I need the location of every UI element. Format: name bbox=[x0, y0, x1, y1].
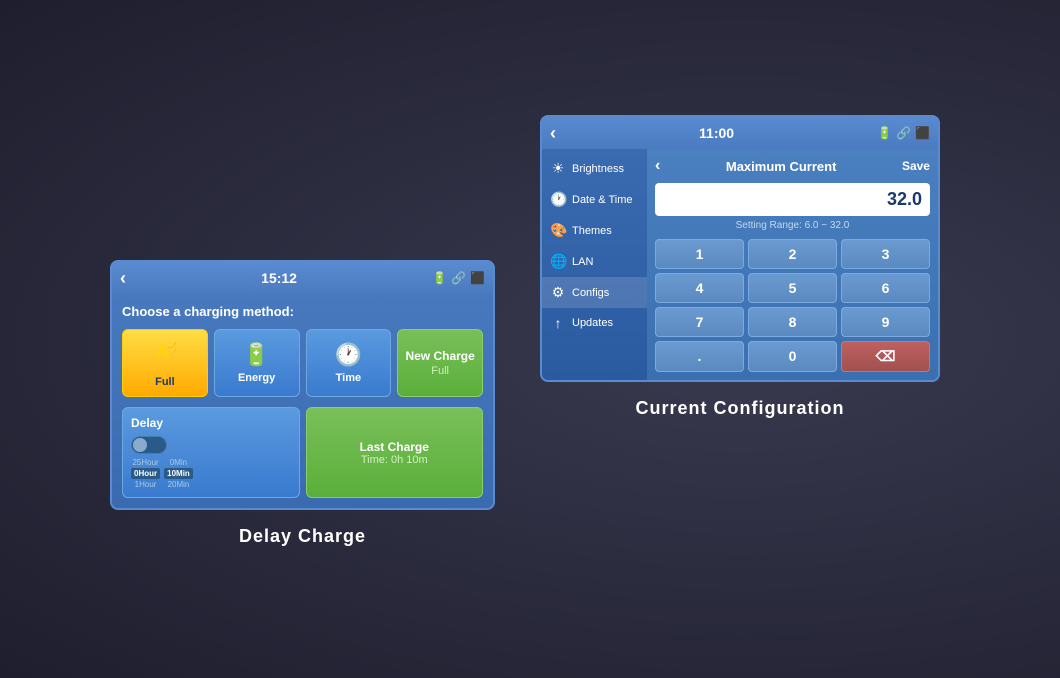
updates-icon: ↑ bbox=[550, 315, 566, 331]
current-value-display: 32.0 bbox=[655, 183, 930, 216]
lightning-icon: A ⚡ bbox=[154, 338, 176, 372]
config-header: ‹ 11:00 🔋🔗⬛ bbox=[542, 117, 938, 149]
delay-label: Delay bbox=[131, 416, 291, 430]
save-button[interactable]: Save bbox=[902, 159, 930, 173]
datetime-label: Date & Time bbox=[572, 194, 633, 206]
main-back-button[interactable]: ‹ bbox=[655, 157, 660, 175]
numpad-6[interactable]: 6 bbox=[841, 273, 930, 303]
0hour-option[interactable]: 0Hour bbox=[131, 468, 160, 479]
back-button[interactable]: ‹ bbox=[120, 268, 126, 289]
svg-text:⚡: ⚡ bbox=[164, 338, 176, 356]
max-current-title: Maximum Current bbox=[726, 159, 837, 174]
config-status-icons: 🔋🔗⬛ bbox=[877, 126, 930, 140]
config-body: ☀ Brightness 🕐 Date & Time 🎨 Themes 🌐 LA… bbox=[542, 149, 938, 380]
configs-label: Configs bbox=[572, 287, 609, 299]
bottom-row: Delay 25Hour 0Hour 1Hour 0Min 10Min bbox=[122, 407, 483, 498]
delay-section: Delay 25Hour 0Hour 1Hour 0Min 10Min bbox=[122, 407, 300, 498]
numpad-2[interactable]: 2 bbox=[748, 239, 837, 269]
25hour-option[interactable]: 25Hour bbox=[132, 458, 158, 467]
0min-option[interactable]: 0Min bbox=[170, 458, 187, 467]
full-label: Full bbox=[155, 376, 175, 388]
lan-icon: 🌐 bbox=[550, 253, 566, 270]
left-panel: ‹ 15:12 🔋🔗⬛ Choose a charging method: A … bbox=[110, 260, 495, 547]
numpad-7[interactable]: 7 bbox=[655, 307, 744, 337]
numpad-0[interactable]: 0 bbox=[748, 341, 837, 372]
numpad-backspace[interactable]: ⌫ bbox=[841, 341, 930, 372]
configs-icon: ⚙ bbox=[550, 284, 566, 301]
config-main-header: ‹ Maximum Current Save bbox=[655, 157, 930, 175]
screen-header: ‹ 15:12 🔋🔗⬛ bbox=[112, 262, 493, 294]
themes-label: Themes bbox=[572, 225, 612, 237]
status-icons: 🔋🔗⬛ bbox=[432, 271, 485, 285]
numpad-5[interactable]: 5 bbox=[748, 273, 837, 303]
delay-toggle[interactable] bbox=[131, 436, 167, 454]
energy-method-button[interactable]: 🔋 Energy bbox=[214, 329, 300, 397]
1hour-option[interactable]: 1Hour bbox=[135, 480, 157, 489]
clock-icon: 🕐 bbox=[335, 342, 362, 368]
numpad-dot[interactable]: . bbox=[655, 341, 744, 372]
setting-range: Setting Range: 6.0 ~ 32.0 bbox=[655, 220, 930, 231]
brightness-label: Brightness bbox=[572, 163, 624, 175]
time-label: Time bbox=[336, 372, 361, 384]
battery-icon: 🔋 bbox=[243, 342, 270, 368]
sidebar-item-lan[interactable]: 🌐 LAN bbox=[542, 246, 647, 277]
config-back-button[interactable]: ‹ bbox=[550, 123, 556, 144]
delay-charge-caption: Delay Charge bbox=[110, 526, 495, 547]
10min-option[interactable]: 10Min bbox=[164, 468, 193, 479]
energy-label: Energy bbox=[238, 372, 275, 384]
right-panel: ‹ 11:00 🔋🔗⬛ ☀ Brightness 🕐 Date & Time 🎨 bbox=[540, 115, 940, 419]
minutes-column: 0Min 10Min 20Min bbox=[164, 458, 193, 489]
numpad-3[interactable]: 3 bbox=[841, 239, 930, 269]
last-charge-button[interactable]: Last Charge Time: 0h 10m bbox=[306, 407, 484, 498]
time-method-button[interactable]: 🕐 Time bbox=[306, 329, 392, 397]
current-config-caption: Current Configuration bbox=[540, 398, 940, 419]
last-charge-time: Time: 0h 10m bbox=[361, 454, 428, 466]
charging-methods: A ⚡ Full 🔋 Energy 🕐 Time bbox=[122, 329, 483, 397]
sidebar-item-themes[interactable]: 🎨 Themes bbox=[542, 215, 647, 246]
sidebar-item-configs[interactable]: ⚙ Configs bbox=[542, 277, 647, 308]
config-screen: ‹ 11:00 🔋🔗⬛ ☀ Brightness 🕐 Date & Time 🎨 bbox=[540, 115, 940, 382]
lan-label: LAN bbox=[572, 256, 593, 268]
datetime-icon: 🕐 bbox=[550, 191, 566, 208]
numpad-1[interactable]: 1 bbox=[655, 239, 744, 269]
full-method-button[interactable]: A ⚡ Full bbox=[122, 329, 208, 397]
config-sidebar: ☀ Brightness 🕐 Date & Time 🎨 Themes 🌐 LA… bbox=[542, 149, 647, 380]
numpad: 1 2 3 4 5 6 7 8 9 . 0 ⌫ bbox=[655, 239, 930, 372]
new-charge-button[interactable]: New Charge Full bbox=[397, 329, 483, 397]
sidebar-item-updates[interactable]: ↑ Updates bbox=[542, 308, 647, 338]
sidebar-item-brightness[interactable]: ☀ Brightness bbox=[542, 153, 647, 184]
header-time: 15:12 bbox=[261, 270, 297, 286]
updates-label: Updates bbox=[572, 317, 613, 329]
numpad-8[interactable]: 8 bbox=[748, 307, 837, 337]
time-selector: 25Hour 0Hour 1Hour 0Min 10Min 20Min bbox=[131, 458, 291, 489]
sidebar-item-datetime[interactable]: 🕐 Date & Time bbox=[542, 184, 647, 215]
delay-charge-screen: ‹ 15:12 🔋🔗⬛ Choose a charging method: A … bbox=[110, 260, 495, 510]
themes-icon: 🎨 bbox=[550, 222, 566, 239]
config-main-area: ‹ Maximum Current Save 32.0 Setting Rang… bbox=[647, 149, 938, 380]
20min-option[interactable]: 20Min bbox=[168, 480, 190, 489]
brightness-icon: ☀ bbox=[550, 160, 566, 177]
numpad-9[interactable]: 9 bbox=[841, 307, 930, 337]
config-header-time: 11:00 bbox=[699, 125, 734, 141]
choose-label: Choose a charging method: bbox=[122, 304, 483, 319]
new-charge-main-label: New Charge bbox=[405, 349, 474, 363]
toggle-knob bbox=[133, 438, 147, 452]
screen-content: Choose a charging method: A ⚡ Full 🔋 En bbox=[112, 294, 493, 508]
numpad-4[interactable]: 4 bbox=[655, 273, 744, 303]
last-charge-label: Last Charge bbox=[360, 440, 429, 454]
new-charge-sub-label: Full bbox=[431, 365, 449, 377]
hours-column: 25Hour 0Hour 1Hour bbox=[131, 458, 160, 489]
